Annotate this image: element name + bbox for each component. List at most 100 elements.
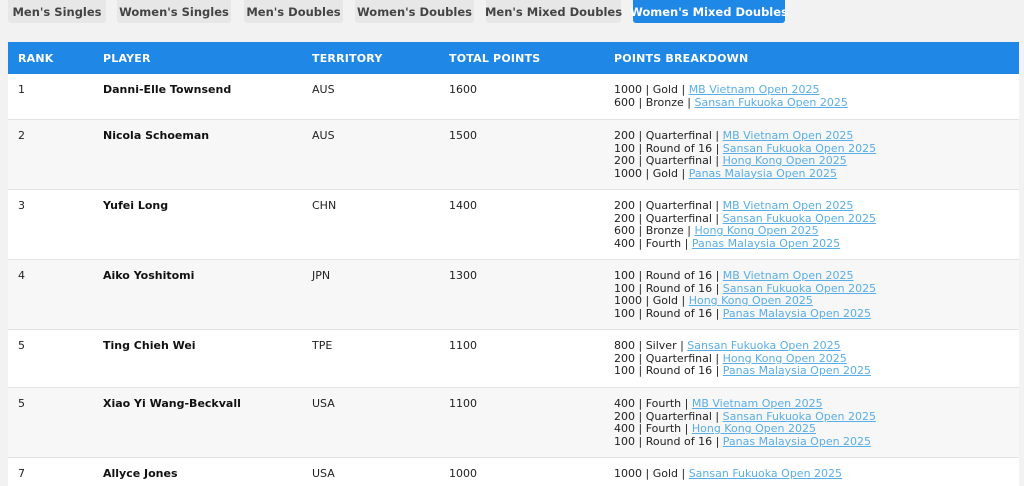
total-points-cell: 1600 [449, 83, 477, 96]
player-name: Ting Chieh Wei [103, 339, 196, 352]
table-row: 1 Danni-Elle Townsend AUS 1600 1000 | Gold |… [8, 74, 1019, 120]
breakdown-result: 200 | Quarterfinal | [614, 154, 723, 167]
breakdown-line: 1000 | Gold | Sansan Fukuoka Open 2025 [614, 467, 842, 481]
tournament-link[interactable]: Sansan Fukuoka Open 2025 [723, 142, 876, 155]
tab-mens-singles[interactable]: Men's Singles [8, 0, 106, 23]
rank-cell: 1 [18, 83, 25, 96]
territory-cell: USA [312, 397, 335, 410]
total-points-cell: 1500 [449, 129, 477, 142]
breakdown-result: 800 | Silver | [614, 339, 688, 352]
tournament-link[interactable]: Panas Malaysia Open 2025 [689, 167, 837, 180]
breakdown-result: 200 | Quarterfinal | [614, 129, 723, 142]
total-points-cell: 1100 [449, 397, 477, 410]
table-row: 2 Nicola Schoeman AUS 1500 200 | Quarterfina… [8, 120, 1019, 190]
breakdown-result: 1000 | Gold | [614, 83, 689, 96]
points-breakdown: 200 | Quarterfinal | MB Vietnam Open 202… [614, 129, 876, 181]
total-points-cell: 1100 [449, 339, 477, 352]
breakdown-result: 400 | Fourth | [614, 236, 692, 250]
table-row: 3 Yufei Long CHN 1400 200 | Quarterfinal | M… [8, 190, 1019, 260]
rank-cell: 2 [18, 129, 25, 142]
tab-mens-doubles[interactable]: Men's Doubles [244, 0, 343, 23]
territory-cell: JPN [312, 269, 331, 282]
breakdown-line: 400 | Fourth | Panas Malaysia Open 2025 [614, 236, 876, 251]
table-body: 1 Danni-Elle Townsend AUS 1600 1000 | Gold |… [8, 74, 1019, 486]
header-total-points: TOTAL POINTS [449, 52, 541, 65]
tournament-link[interactable]: Sansan Fukuoka Open 2025 [694, 96, 847, 109]
table-header: RANK PLAYER TERRITORY TOTAL POINTS POINT… [8, 42, 1019, 74]
breakdown-line: 100 | Round of 16 | Panas Malaysia Open … [614, 364, 871, 378]
breakdown-result: 200 | Quarterfinal | [614, 409, 723, 423]
header-points-breakdown: POINTS BREAKDOWN [614, 52, 749, 65]
breakdown-result: 1000 | Gold | [614, 467, 689, 480]
breakdown-result: 400 | Fourth | [614, 397, 692, 410]
tournament-link[interactable]: MB Vietnam Open 2025 [689, 83, 820, 96]
rank-cell: 4 [18, 269, 25, 282]
tournament-link[interactable]: MB Vietnam Open 2025 [723, 199, 854, 212]
tab-womens-singles[interactable]: Women's Singles [117, 0, 231, 23]
player-name: Aiko Yoshitomi [103, 269, 195, 282]
tournament-link[interactable]: Panas Malaysia Open 2025 [723, 307, 871, 320]
breakdown-line: 100 | Round of 16 | Panas Malaysia Open … [614, 306, 876, 321]
points-breakdown: 1000 | Gold | MB Vietnam Open 2025 600 | … [614, 83, 848, 110]
breakdown-result: 600 | Bronze | [614, 224, 695, 237]
breakdown-result: 200 | Quarterfinal | [614, 351, 723, 365]
breakdown-result: 100 | Round of 16 | [614, 141, 723, 155]
header-player: PLAYER [103, 52, 151, 65]
tournament-link[interactable]: Panas Malaysia Open 2025 [692, 237, 840, 250]
header-rank: RANK [18, 52, 54, 65]
player-name: Allyce Jones [103, 467, 178, 480]
table-row: 5 Xiao Yi Wang-Beckvall USA 1100 400 | Fourt… [8, 388, 1019, 458]
total-points-cell: 1000 [449, 467, 477, 480]
breakdown-result: 100 | Round of 16 | [614, 269, 723, 282]
tournament-link[interactable]: MB Vietnam Open 2025 [723, 269, 854, 282]
breakdown-result: 100 | Round of 16 | [614, 306, 723, 320]
tournament-link[interactable]: Hong Kong Open 2025 [723, 352, 847, 365]
tournament-link[interactable]: MB Vietnam Open 2025 [692, 397, 823, 410]
tournament-link[interactable]: Hong Kong Open 2025 [692, 422, 816, 435]
tournament-link[interactable]: Sansan Fukuoka Open 2025 [687, 339, 840, 352]
breakdown-result: 400 | Fourth | [614, 422, 692, 435]
tournament-link[interactable]: Hong Kong Open 2025 [694, 224, 818, 237]
rank-cell: 7 [18, 467, 25, 480]
tournament-link[interactable]: MB Vietnam Open 2025 [723, 129, 854, 142]
tournament-link[interactable]: Sansan Fukuoka Open 2025 [689, 467, 842, 480]
table-row: 7 Allyce Jones USA 1000 1000 | Gold | Sansan… [8, 458, 1019, 486]
territory-cell: CHN [312, 199, 337, 212]
breakdown-line: 600 | Bronze | Sansan Fukuoka Open 2025 [614, 95, 848, 110]
tournament-link[interactable]: Sansan Fukuoka Open 2025 [723, 282, 876, 295]
rank-cell: 3 [18, 199, 25, 212]
player-name: Yufei Long [103, 199, 169, 212]
territory-cell: AUS [312, 129, 335, 142]
breakdown-result: 1000 | Gold | [614, 166, 689, 180]
tournament-link[interactable]: Hong Kong Open 2025 [723, 154, 847, 167]
tournament-link[interactable]: Hong Kong Open 2025 [689, 294, 813, 307]
breakdown-result: 100 | Round of 16 | [614, 364, 723, 377]
rank-cell: 5 [18, 397, 25, 410]
breakdown-result: 600 | Bronze | [614, 95, 695, 109]
table-row: 4 Aiko Yoshitomi JPN 1300 100 | Round of 16 … [8, 260, 1019, 330]
player-name: Danni-Elle Townsend [103, 83, 232, 96]
territory-cell: USA [312, 467, 335, 480]
breakdown-result: 100 | Round of 16 | [614, 434, 723, 448]
territory-cell: AUS [312, 83, 335, 96]
tab-mens-mixed-doubles[interactable]: Men's Mixed Doubles [485, 0, 622, 23]
player-name: Nicola Schoeman [103, 129, 210, 142]
total-points-cell: 1300 [449, 269, 477, 282]
header-territory: TERRITORY [312, 52, 383, 65]
breakdown-result: 200 | Quarterfinal | [614, 199, 723, 212]
tournament-link[interactable]: Sansan Fukuoka Open 2025 [723, 212, 876, 225]
breakdown-result: 1000 | Gold | [614, 294, 689, 307]
category-tabs: Men's Singles Women's Singles Men's Doub… [0, 0, 1024, 24]
tournament-link[interactable]: Panas Malaysia Open 2025 [723, 364, 871, 377]
tournament-link[interactable]: Sansan Fukuoka Open 2025 [723, 410, 876, 423]
tab-womens-mixed-doubles[interactable]: Women's Mixed Doubles [630, 0, 788, 23]
player-name: Xiao Yi Wang-Beckvall [103, 397, 241, 410]
points-breakdown: 400 | Fourth | MB Vietnam Open 2025 200 |… [614, 397, 876, 449]
breakdown-line: 100 | Round of 16 | Panas Malaysia Open … [614, 434, 876, 449]
breakdown-line: 1000 | Gold | Panas Malaysia Open 2025 [614, 166, 876, 181]
tournament-link[interactable]: Panas Malaysia Open 2025 [723, 435, 871, 448]
rankings-table: RANK PLAYER TERRITORY TOTAL POINTS POINT… [8, 42, 1019, 486]
points-breakdown: 800 | Silver | Sansan Fukuoka Open 2025 2… [614, 339, 871, 378]
territory-cell: TPE [312, 339, 333, 352]
tab-womens-doubles[interactable]: Women's Doubles [355, 0, 474, 23]
